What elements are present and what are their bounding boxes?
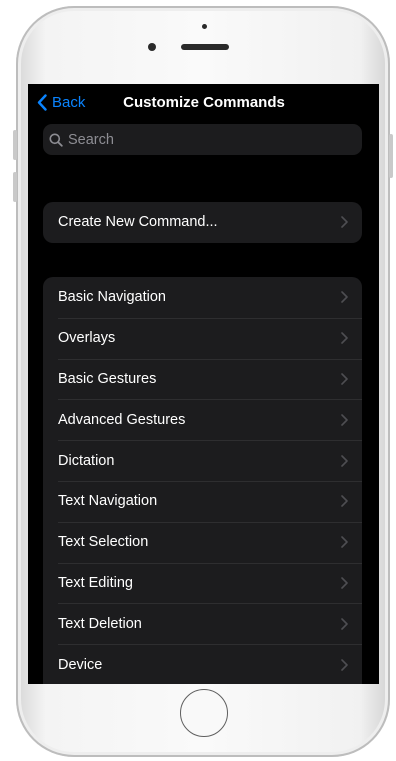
chevron-right-icon bbox=[341, 658, 348, 671]
list-item[interactable]: Basic Navigation bbox=[43, 277, 362, 318]
search-icon bbox=[49, 133, 63, 147]
list-item[interactable]: Device bbox=[43, 644, 362, 684]
list-item-label: Text Deletion bbox=[58, 615, 142, 632]
create-command-group: Create New Command... bbox=[43, 202, 362, 243]
list-item-label: Text Navigation bbox=[58, 493, 158, 510]
side-power-button bbox=[389, 134, 393, 178]
chevron-right-icon bbox=[341, 577, 348, 589]
volume-down-button bbox=[13, 172, 17, 202]
chevron-right-icon bbox=[341, 216, 348, 229]
list-item[interactable]: Text Navigation bbox=[43, 480, 362, 522]
phone-screen: Back Customize Commands Search Create Ne… bbox=[28, 84, 379, 684]
list-item-label: Device bbox=[58, 656, 103, 673]
list-item-label: Text Selection bbox=[58, 534, 149, 551]
command-categories-list: Basic Navigation Overlays Basic Gestures… bbox=[43, 277, 362, 684]
chevron-right-icon bbox=[341, 617, 348, 630]
list-item[interactable]: Dictation bbox=[43, 440, 362, 481]
list-item-label: Create New Command... bbox=[58, 214, 218, 231]
list-item-label: Text Editing bbox=[58, 574, 133, 591]
list-item-label: Basic Navigation bbox=[58, 289, 166, 306]
page-title: Customize Commands bbox=[123, 94, 285, 111]
list-item[interactable]: Text Deletion bbox=[43, 603, 362, 644]
home-button[interactable] bbox=[180, 689, 228, 737]
chevron-right-icon bbox=[341, 373, 348, 385]
list-item[interactable]: Text Editing bbox=[43, 562, 362, 604]
list-item-label: Overlays bbox=[58, 330, 116, 347]
search-field[interactable]: Search bbox=[43, 124, 362, 155]
chevron-right-icon bbox=[341, 454, 348, 467]
search-placeholder: Search bbox=[68, 131, 114, 148]
create-new-command-row[interactable]: Create New Command... bbox=[43, 202, 362, 243]
list-item[interactable]: Overlays bbox=[43, 317, 362, 359]
list-item-label: Basic Gestures bbox=[58, 370, 157, 387]
list-item[interactable]: Text Selection bbox=[43, 521, 362, 563]
navigation-bar: Back Customize Commands bbox=[28, 84, 379, 122]
chevron-right-icon bbox=[341, 291, 348, 304]
chevron-right-icon bbox=[341, 332, 348, 344]
list-item-label: Dictation bbox=[58, 452, 115, 469]
chevron-right-icon bbox=[341, 495, 348, 508]
volume-up-button bbox=[13, 130, 17, 160]
chevron-right-icon bbox=[341, 536, 348, 548]
list-item-label: Advanced Gestures bbox=[58, 411, 186, 428]
list-item[interactable]: Basic Gestures bbox=[43, 358, 362, 400]
list-item[interactable]: Advanced Gestures bbox=[43, 399, 362, 440]
earpiece-speaker bbox=[181, 44, 229, 50]
front-camera bbox=[148, 43, 156, 51]
proximity-sensor bbox=[202, 24, 207, 29]
chevron-right-icon bbox=[341, 413, 348, 426]
